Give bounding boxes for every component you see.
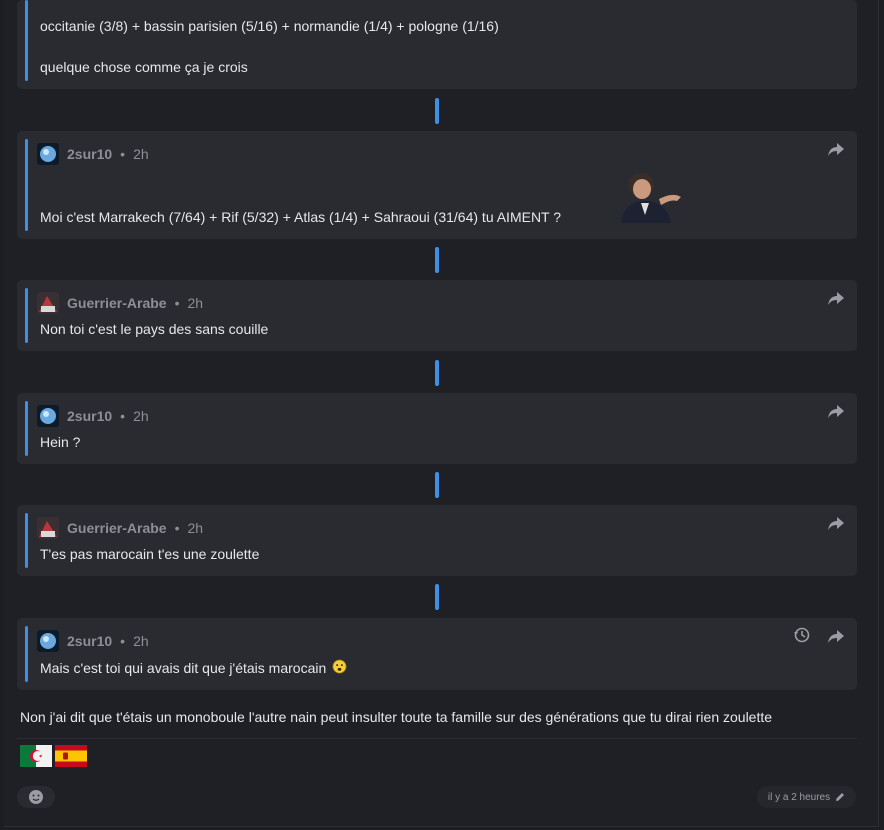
divider xyxy=(17,738,857,739)
thread-connector xyxy=(435,584,439,610)
avatar[interactable] xyxy=(37,517,59,539)
thread-connector xyxy=(435,360,439,386)
quote-header: 2sur10 • 2h xyxy=(37,630,149,652)
quote-text: T'es pas marocain t'es une zoulette xyxy=(40,546,260,562)
share-icon[interactable] xyxy=(827,141,845,157)
separator: • xyxy=(174,520,180,536)
pencil-icon xyxy=(836,793,845,801)
separator: • xyxy=(174,295,180,311)
thread-connector xyxy=(435,98,439,124)
worried-emoji-icon xyxy=(332,659,347,674)
avatar[interactable] xyxy=(37,143,59,165)
avatar[interactable] xyxy=(37,405,59,427)
separator: • xyxy=(120,633,126,649)
share-icon[interactable] xyxy=(827,628,845,644)
edited-timestamp[interactable]: il y a 2 heures xyxy=(757,786,856,808)
quote-bar xyxy=(25,401,28,456)
post-time: 2h xyxy=(133,633,149,649)
quote-card: 2sur10 • 2h Mais c'est toi qui avais dit… xyxy=(17,618,857,690)
post-time: 2h xyxy=(133,146,149,162)
quote-card: Guerrier-Arabe • 2h T'es pas marocain t'… xyxy=(17,505,857,576)
quote-text: quelque chose comme ça je crois xyxy=(40,59,248,75)
quote-text: Moi c'est Marrakech (7/64) + Rif (5/32) … xyxy=(40,209,562,225)
quote-text: Hein ? xyxy=(40,434,81,450)
quote-text: occitanie (3/8) + bassin parisien (5/16)… xyxy=(40,18,499,34)
author-name[interactable]: Guerrier-Arabe xyxy=(67,295,167,311)
post-time: 2h xyxy=(187,295,204,311)
author-name[interactable]: 2sur10 xyxy=(67,146,112,162)
separator: • xyxy=(120,408,126,424)
reply-text: Non j'ai dit que t'étais un monoboule l'… xyxy=(20,709,773,725)
add-reaction-button[interactable] xyxy=(17,786,55,808)
quote-bar xyxy=(25,0,28,81)
separator: • xyxy=(120,146,126,162)
quote-header: Guerrier-Arabe • 2h xyxy=(37,292,203,314)
timestamp-text: il y a 2 heures xyxy=(767,791,831,803)
avatar[interactable] xyxy=(37,292,59,314)
algeria-flag xyxy=(20,745,52,767)
author-name[interactable]: Guerrier-Arabe xyxy=(67,520,167,536)
quote-card: occitanie (3/8) + bassin parisien (5/16)… xyxy=(17,0,857,89)
smiley-icon xyxy=(29,790,43,804)
quote-bar xyxy=(25,626,28,682)
quote-text-content: Mais c'est toi qui avais dit que j'étais… xyxy=(40,660,327,676)
author-name[interactable]: 2sur10 xyxy=(67,408,112,424)
reaction-image xyxy=(615,169,685,223)
history-icon[interactable] xyxy=(793,626,811,644)
share-icon[interactable] xyxy=(827,515,845,531)
quote-card: 2sur10 • 2h Hein ? xyxy=(17,393,857,464)
author-name[interactable]: 2sur10 xyxy=(67,633,112,649)
share-icon[interactable] xyxy=(827,403,845,419)
spain-flag xyxy=(55,745,87,767)
post-time: 2h xyxy=(133,408,149,424)
thread-connector xyxy=(435,247,439,273)
quote-text: Non toi c'est le pays des sans couille xyxy=(40,321,269,337)
quote-card: Guerrier-Arabe • 2h Non toi c'est le pay… xyxy=(17,280,857,351)
quote-bar xyxy=(25,513,28,568)
quote-bar xyxy=(25,288,28,343)
quote-header: Guerrier-Arabe • 2h xyxy=(37,517,203,539)
post-time: 2h xyxy=(187,520,204,536)
quote-header: 2sur10 • 2h xyxy=(37,143,149,165)
quote-card: 2sur10 • 2h Moi c'est Marrakech (7/64) +… xyxy=(17,131,857,239)
quote-header: 2sur10 • 2h xyxy=(37,405,149,427)
quote-bar xyxy=(25,139,28,231)
quote-text: Mais c'est toi qui avais dit que j'étais… xyxy=(40,659,347,676)
share-icon[interactable] xyxy=(827,290,845,306)
thread-connector xyxy=(435,472,439,498)
avatar[interactable] xyxy=(37,630,59,652)
